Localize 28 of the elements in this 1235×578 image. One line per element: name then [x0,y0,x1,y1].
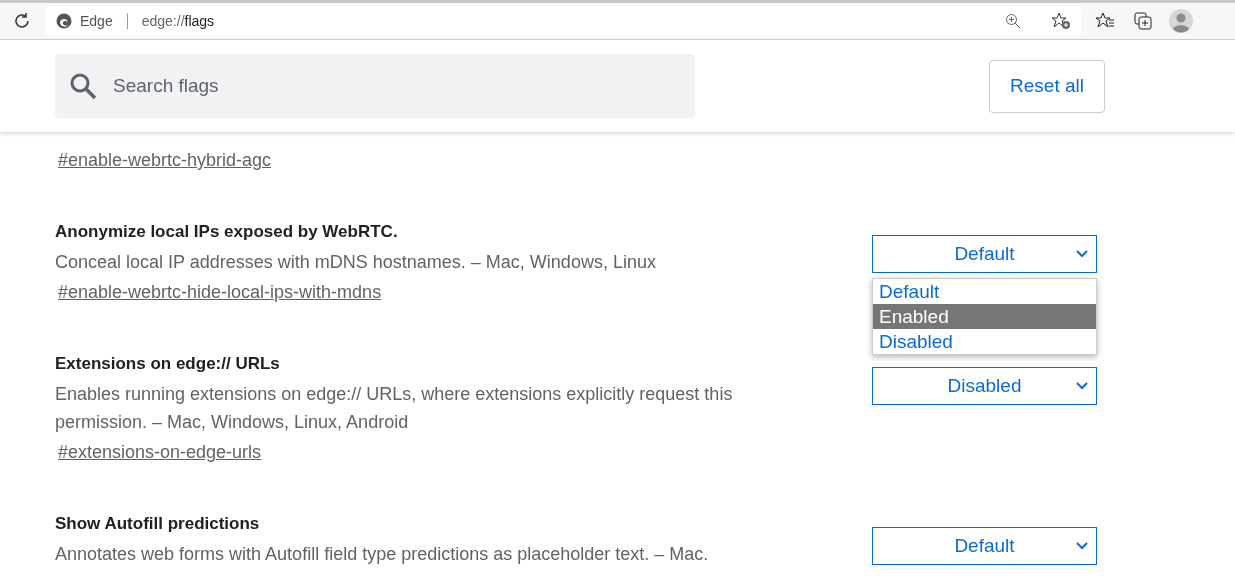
dropdown-option[interactable]: Enabled [873,304,1096,329]
profile-avatar-icon[interactable] [1167,7,1195,35]
reset-all-button[interactable]: Reset all [989,59,1105,113]
flag-title: Anonymize local IPs exposed by WebRTC. [55,222,399,242]
zoom-in-icon[interactable] [1005,13,1021,29]
flag-select[interactable]: Default [872,235,1097,273]
browser-name: Edge [80,13,113,29]
flag-title: Show Autofill predictions [55,514,261,534]
flag-select[interactable]: Default [872,527,1097,565]
star-plus-icon[interactable] [1051,12,1071,30]
search-bar[interactable]: Search flags [55,54,695,118]
flag-link[interactable]: #enable-webrtc-hybrid-agc [58,148,272,172]
chevron-down-icon [1076,542,1088,550]
search-field[interactable]: Search flags [111,74,681,98]
browser-logo-icon [56,13,72,29]
flag-select[interactable]: Disabled [872,367,1097,405]
address-text[interactable]: edge://flags [141,13,997,29]
flag-title: Extensions on edge:// URLs [55,354,281,374]
flag-link[interactable]: #enable-webrtc-hide-local-ips-with-mdns [58,280,382,304]
chevron-down-icon [1076,382,1088,390]
dropdown-option[interactable]: Default [873,279,1096,304]
dropdown-option[interactable]: Disabled [873,329,1096,354]
flag-description: Enables running extensions on edge:// URLs, where extensions explicitly request this permission. – Mac, Windows, Linux, Android [55,383,734,434]
chevron-down-icon [1076,250,1088,258]
flag-description: Conceal local IP addresses with mDNS hostnames. – Mac, Windows, Linux [55,251,657,274]
flag-link[interactable]: #extensions-on-edge-urls [58,440,262,464]
flag-description: Annotates web forms with Autofill field type predictions as placeholder text. – Mac. [55,543,710,566]
search-icon [69,72,97,100]
